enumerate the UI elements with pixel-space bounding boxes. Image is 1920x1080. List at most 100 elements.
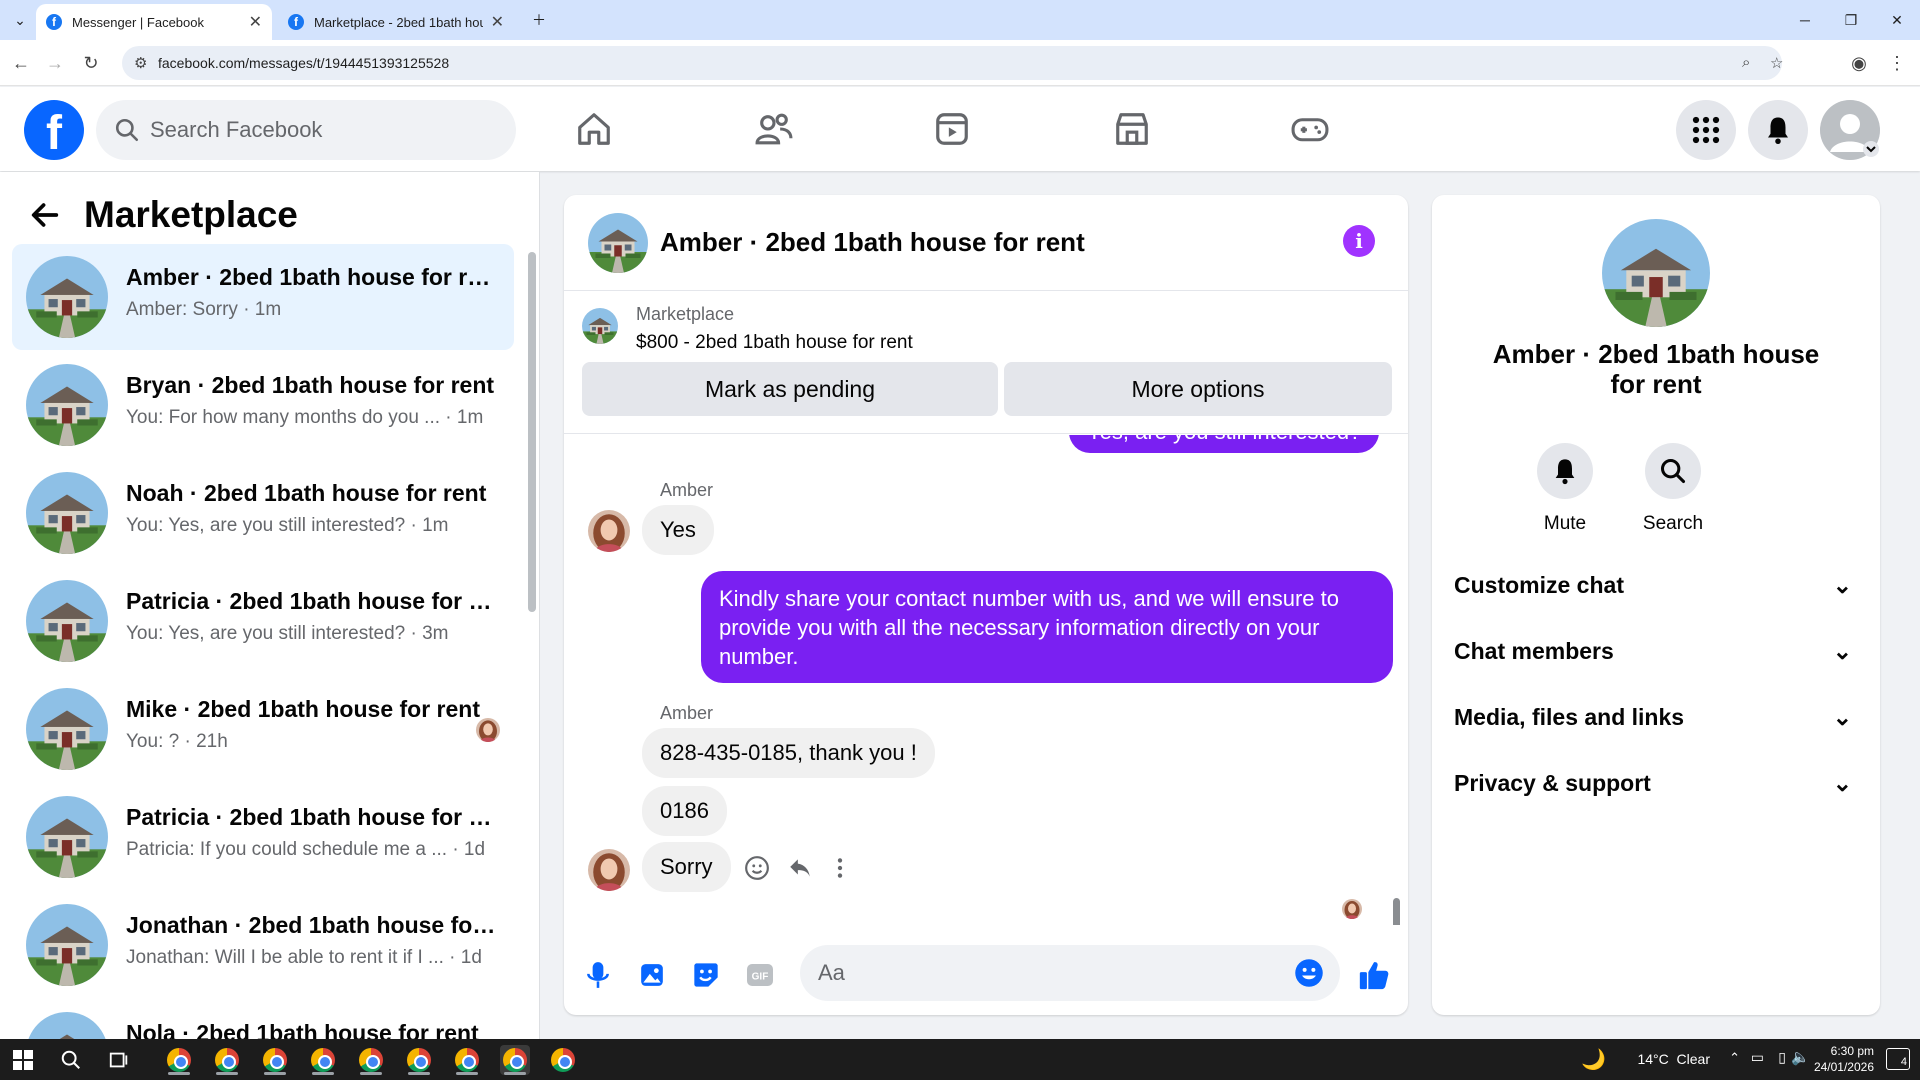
chrome-taskbar-icon[interactable] [260,1045,290,1075]
chrome-taskbar-icon[interactable] [452,1045,482,1075]
outgoing-message[interactable]: Kindly share your contact number with us… [701,571,1393,683]
conversation-item[interactable]: Patricia · 2bed 1bath house for rent Patr… [12,784,514,890]
mute-button[interactable]: Mute [1520,443,1610,535]
conversation-item[interactable]: Amber · 2bed 1bath house for rent Amber: … [12,244,514,350]
taskbar-search-icon[interactable] [56,1045,86,1075]
conversation-item[interactable]: Nola · 2bed 1bath house for rent [12,1000,514,1039]
microphone-icon[interactable] [582,959,614,991]
conversation-item[interactable]: Patricia · 2bed 1bath house for rent You:… [12,568,514,674]
conversation-item[interactable]: Bryan · 2bed 1bath house for rent You: Fo… [12,352,514,458]
thumbs-up-icon[interactable] [1356,957,1392,993]
show-hidden-icons-icon[interactable]: ⌃ [1729,1050,1740,1066]
chat-members-section[interactable]: Chat members ⌄ [1454,623,1858,679]
chrome-taskbar-icon[interactable] [404,1045,434,1075]
conversation-item[interactable]: Mike · 2bed 1bath house for rent You: ? ·… [12,676,514,782]
chrome-taskbar-icon[interactable] [212,1045,242,1075]
read-receipt-avatar [1342,899,1362,919]
search-in-chat-button[interactable]: Search [1628,443,1718,535]
section-label: Customize chat [1454,571,1624,598]
watch-icon[interactable] [924,101,980,157]
tab-messenger[interactable]: f Messenger | Facebook ✕ [36,4,272,40]
battery-icon[interactable]: ▯ [1778,1049,1786,1066]
chrome-taskbar-icon[interactable] [164,1045,194,1075]
listing-title[interactable]: $800 - 2bed 1bath house for rent [636,332,913,354]
incoming-message[interactable]: 0186 [642,786,727,836]
gif-icon[interactable]: GIF [744,959,776,991]
react-emoji-icon[interactable] [744,855,770,881]
menu-icon[interactable]: ⋮ [1884,50,1910,76]
section-label: Chat members [1454,637,1614,664]
notification-center-icon[interactable]: 4 [1886,1048,1910,1070]
chrome-taskbar-icon[interactable] [356,1045,386,1075]
outgoing-message[interactable]: Yes, are you still interested? [1069,435,1380,453]
message-input[interactable]: Aa [800,945,1340,1001]
close-window-icon[interactable]: ✕ [1874,0,1920,40]
search-input[interactable]: Search Facebook [96,100,516,160]
chrome-taskbar-icon[interactable] [308,1045,338,1075]
listing-thumbnail[interactable] [582,308,618,344]
gaming-icon[interactable] [1282,101,1338,157]
tab-close-icon[interactable]: ✕ [491,12,504,32]
profile-icon[interactable]: ◉ [1846,50,1872,76]
chrome-taskbar-icon[interactable] [548,1045,578,1075]
reload-icon[interactable]: ↻ [78,50,104,76]
incoming-message[interactable]: Yes [642,505,714,555]
friends-icon[interactable] [746,101,802,157]
site-info-icon[interactable]: ⚙ [134,54,147,72]
facebook-header: f Search Facebook [0,87,1920,171]
weather-moon-icon[interactable]: 🌙 [1581,1047,1606,1072]
reply-icon[interactable] [786,855,814,881]
bookmark-star-icon[interactable]: ☆ [1770,54,1783,72]
message-placeholder: Aa [818,960,845,985]
back-icon[interactable]: ← [8,50,34,76]
date-text: 24/01/2026 [1813,1060,1874,1074]
task-view-icon[interactable] [104,1045,134,1075]
volume-icon[interactable]: 🔈 [1791,1048,1810,1066]
privacy-support-section[interactable]: Privacy & support ⌄ [1454,755,1858,811]
incoming-message[interactable]: Sorry [642,842,731,892]
customize-chat-section[interactable]: Customize chat ⌄ [1454,557,1858,613]
conversation-thumbnail [26,904,108,986]
windows-start-icon[interactable] [8,1045,38,1075]
menu-grid-icon[interactable] [1676,100,1736,160]
account-avatar[interactable] [1820,100,1880,160]
clock[interactable]: 6:30 pm 24/01/2026 [1814,1043,1874,1075]
tab-close-icon[interactable]: ✕ [249,12,262,32]
conversation-item[interactable]: Noah · 2bed 1bath house for rent You: Yes… [12,460,514,566]
conversation-list-scrollbar[interactable] [528,252,536,612]
emoji-icon[interactable] [1294,958,1324,988]
back-arrow-icon[interactable] [28,198,62,232]
photo-icon[interactable] [636,959,668,991]
incoming-message[interactable]: 828-435-0185, thank you ! [642,728,935,778]
home-icon[interactable] [566,101,622,157]
conversation-list-panel: Marketplace Amber · 2bed 1bath house for… [0,172,540,1039]
page-scrollbar[interactable] [1908,92,1920,1039]
sender-avatar[interactable] [588,510,630,552]
network-icon[interactable]: ▭ [1751,1049,1764,1066]
mark-as-pending-button[interactable]: Mark as pending [582,362,998,416]
tab-search-icon[interactable]: ⌄ [4,0,36,40]
new-tab-icon[interactable]: ＋ [516,0,562,40]
chat-avatar[interactable] [588,213,648,273]
weather-text[interactable]: 14°C Clear [1637,1051,1710,1067]
chat-scrollbar[interactable] [1393,898,1400,925]
chat-title[interactable]: Amber · 2bed 1bath house for rent [660,227,1085,258]
forward-icon[interactable]: → [42,50,68,76]
tab-marketplace[interactable]: f Marketplace - 2bed 1bath house ✕ [278,4,514,40]
sticker-icon[interactable] [690,959,722,991]
minimize-icon[interactable]: ─ [1782,0,1828,40]
more-actions-icon[interactable] [834,855,846,881]
sender-avatar[interactable] [588,849,630,891]
more-options-button[interactable]: More options [1004,362,1392,416]
zoom-icon[interactable]: ⌕ [1742,54,1750,71]
url-field[interactable]: ⚙ facebook.com/messages/t/19444513931255… [122,46,1783,80]
facebook-logo-icon[interactable]: f [24,100,84,160]
marketplace-icon[interactable] [1104,101,1160,157]
chrome-taskbar-icon[interactable] [500,1045,530,1075]
contact-avatar[interactable] [1602,219,1710,327]
notifications-bell-icon[interactable] [1748,100,1808,160]
conversation-item[interactable]: Jonathan · 2bed 1bath house for ... Jonat… [12,892,514,998]
restore-icon[interactable]: ❐ [1828,0,1874,40]
media-files-links-section[interactable]: Media, files and links ⌄ [1454,689,1858,745]
info-icon[interactable]: i [1343,225,1375,257]
